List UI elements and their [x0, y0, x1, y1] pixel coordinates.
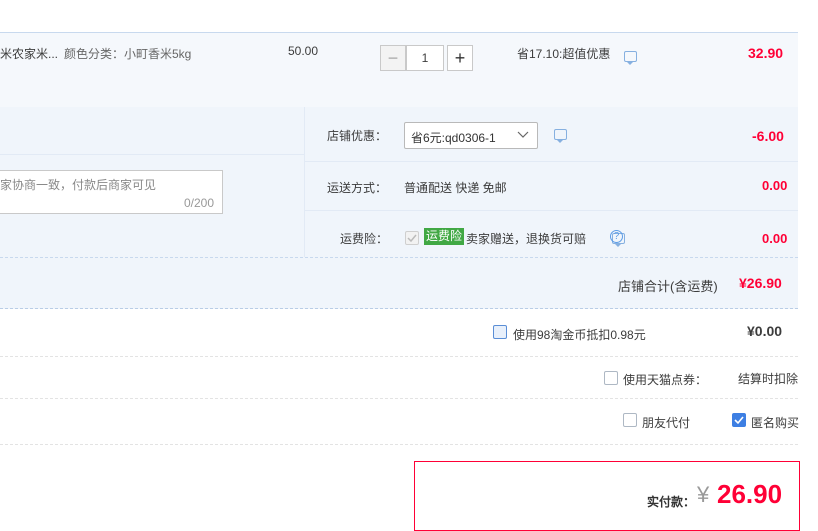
- order-item-row: 米农家米... 颜色分类：小町香米5kg 50.00 − 1 + 省17.10:…: [0, 32, 798, 108]
- chevron-down-icon: [517, 131, 529, 138]
- divider: [0, 154, 304, 155]
- buyer-message-counter: 0/200: [183, 196, 214, 210]
- total-payment-box: 实付款： ¥ 26.90: [414, 461, 800, 531]
- item-promo: 省17.10:超值优惠: [517, 47, 611, 61]
- tmall-points-value: 结算时扣除: [738, 372, 799, 386]
- shop-coupon-value: 省6元:qd0306-1: [411, 131, 496, 145]
- shop-total-label: 店铺合计(含运费): [618, 279, 718, 294]
- message-icon[interactable]: [624, 51, 637, 65]
- insurance-badge: 运费险: [424, 228, 465, 245]
- insurance-amount: 0.00: [762, 231, 788, 246]
- insurance-desc: 卖家赠送，退换货可赔: [466, 232, 587, 246]
- item-unit-price: 50.00: [288, 44, 319, 58]
- shop-total-value: ¥26.90: [739, 275, 782, 291]
- divider: [0, 398, 798, 400]
- quantity-input[interactable]: 1: [406, 45, 444, 71]
- divider: [0, 356, 798, 358]
- shipping-label: 运送方式：: [327, 181, 388, 195]
- quantity-decrease-button[interactable]: −: [380, 45, 406, 71]
- shop-coupon-amount: -6.00: [752, 128, 784, 144]
- tmall-points-checkbox[interactable]: [604, 371, 618, 385]
- item-sku: 颜色分类：小町香米5kg: [64, 47, 192, 61]
- total-currency: ¥: [697, 482, 710, 507]
- insurance-label: 运费险：: [340, 232, 389, 246]
- anonymous-checkbox[interactable]: [732, 413, 746, 427]
- buyer-message-placeholder: 家协商一致，付款后商家可见: [0, 178, 157, 192]
- divider: [304, 161, 798, 162]
- help-icon[interactable]: ?: [610, 230, 623, 243]
- total-label: 实付款：: [647, 495, 696, 509]
- check-icon: [407, 234, 417, 243]
- taobao-coin-checkbox[interactable]: [493, 325, 507, 339]
- item-subtotal: 32.90: [748, 45, 784, 61]
- shipping-value: 普通配送 快递 免邮: [404, 181, 507, 195]
- divider: [0, 444, 798, 446]
- shop-coupon-label: 店铺优惠：: [327, 129, 388, 143]
- friend-pay-checkbox[interactable]: [623, 413, 637, 427]
- divider: [304, 210, 798, 211]
- buyer-message-textarea[interactable]: 家协商一致，付款后商家可见 0/200: [0, 170, 223, 214]
- anonymous-label: 匿名购买: [751, 416, 800, 430]
- check-icon: [734, 416, 744, 425]
- message-icon[interactable]: [554, 129, 567, 143]
- insurance-checkbox[interactable]: [405, 231, 419, 245]
- quantity-increase-button[interactable]: +: [447, 45, 473, 71]
- taobao-coin-label: 使用98淘金币抵扣0.98元: [513, 328, 646, 342]
- shipping-amount: 0.00: [762, 178, 788, 193]
- total-value: 26.90: [717, 479, 783, 509]
- taobao-coin-amount: ¥0.00: [747, 323, 783, 339]
- item-title[interactable]: 米农家米...: [0, 45, 58, 62]
- friend-pay-label: 朋友代付: [642, 416, 691, 430]
- shop-options-block: 家协商一致，付款后商家可见 0/200 店铺优惠： 省6元:qd0306-1 -…: [0, 107, 798, 257]
- tmall-points-label: 使用天猫点券：: [623, 373, 708, 387]
- shop-total-row: 店铺合计(含运费) ¥26.90: [0, 257, 798, 309]
- shop-coupon-select[interactable]: 省6元:qd0306-1: [404, 122, 538, 149]
- divider: [304, 107, 305, 257]
